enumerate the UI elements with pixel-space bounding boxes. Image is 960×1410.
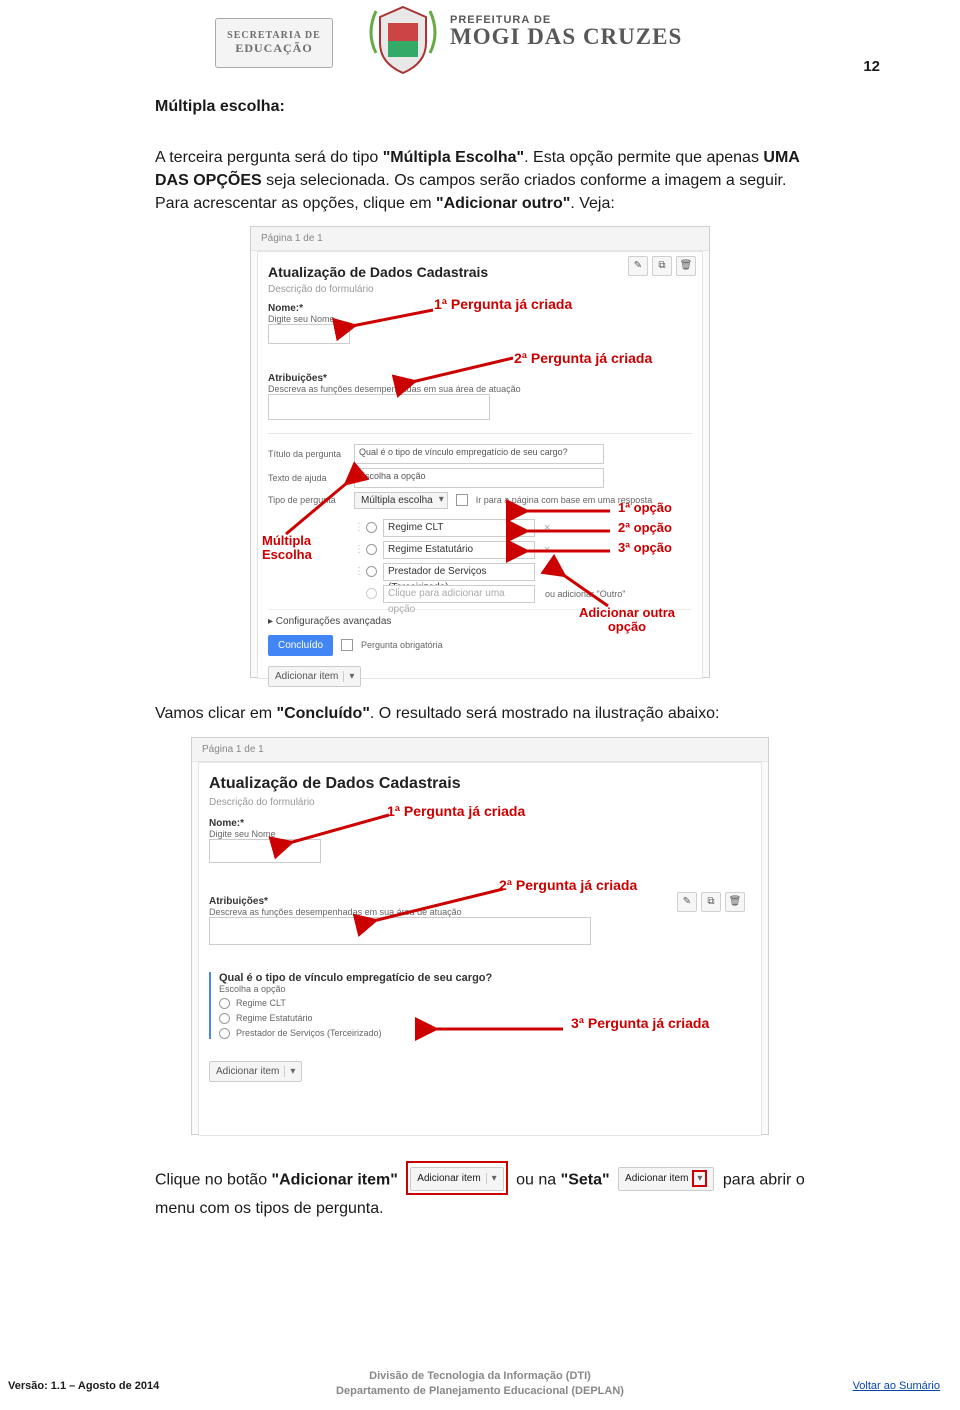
page-number: 12 — [863, 58, 880, 75]
secretaria-line1: SECRETARIA DE — [227, 30, 321, 41]
prefeitura-logo: PREFEITURA DE MOGI DAS CRUZES — [450, 14, 682, 50]
radio-icon — [366, 522, 377, 533]
radio-option-1[interactable] — [219, 998, 230, 1009]
remove-option-icon[interactable]: × — [541, 566, 553, 578]
form2-title: Atualização de Dados Cadastrais — [209, 775, 751, 793]
section-heading: Múltipla escolha: — [155, 98, 805, 116]
annotation-multiple-choice: Múltipla Escolha — [262, 534, 332, 563]
form1-q3-help-input[interactable]: Escolha a opção — [354, 468, 604, 488]
radio-icon — [366, 566, 377, 577]
go-to-page-checkbox[interactable] — [456, 494, 468, 506]
radio-icon — [366, 588, 377, 599]
annotation-opt1: 1ª opção — [618, 500, 672, 515]
drag-handle-icon[interactable]: ⋮ — [354, 566, 360, 577]
edit-icon[interactable]: ✎ — [628, 256, 648, 276]
inline-add-item-button: Adicionar item▾ — [406, 1161, 507, 1196]
required-label: Pergunta obrigatória — [361, 640, 443, 650]
annotation-opt2: 2ª opção — [618, 520, 672, 535]
annotation2-q3: 3ª Pergunta já criada — [571, 1015, 709, 1031]
annotation2-q2: 2ª Pergunta já criada — [499, 877, 637, 893]
done-button[interactable]: Concluído — [268, 635, 333, 656]
add-option-placeholder[interactable]: Clique para adicionar uma opção — [383, 585, 535, 603]
form2-q3-help: Escolha a opção — [219, 984, 751, 994]
form-result-screenshot-2: Página 1 de 1 Atualização de Dados Cadas… — [191, 737, 769, 1135]
form2-q3-title: Qual é o tipo de vínculo empregatício de… — [219, 972, 751, 984]
secretaria-logo: SECRETARIA DE EDUCAÇÃO — [215, 18, 333, 68]
secretaria-line2: EDUCAÇÃO — [235, 41, 312, 56]
closing-paragraph: Clique no botão "Adicionar item" Adicion… — [155, 1163, 805, 1221]
middle-paragraph: Vamos clicar em "Concluído". O resultado… — [155, 702, 805, 725]
option-3-input[interactable]: Prestador de Serviços (Terceirizado) — [383, 563, 535, 581]
page-header: SECRETARIA DE EDUCAÇÃO PREFEITURA DE MOG… — [0, 0, 960, 80]
question-toolbar: ✎ ⧉ 🗑 — [628, 256, 696, 276]
duplicate-icon[interactable]: ⧉ — [701, 892, 721, 912]
duplicate-icon[interactable]: ⧉ — [652, 256, 672, 276]
form1-q1-input[interactable] — [268, 324, 350, 344]
add-item-button[interactable]: Adicionar item▾ — [268, 666, 361, 687]
form2-page-label: Página 1 de 1 — [192, 738, 768, 762]
option-2-input[interactable]: Regime Estatutário — [383, 541, 535, 559]
edit-icon[interactable]: ✎ — [677, 892, 697, 912]
form1-q3-title-input[interactable]: Qual é o tipo de vínculo empregatício de… — [354, 444, 604, 464]
add-item-button[interactable]: Adicionar item▾ — [209, 1061, 302, 1082]
option-1-input[interactable]: Regime CLT — [383, 519, 535, 537]
delete-icon[interactable]: 🗑 — [676, 256, 696, 276]
form1-q1-help: Digite seu Nome — [268, 314, 692, 324]
drag-handle-icon[interactable]: ⋮ — [354, 522, 360, 533]
form1-desc: Descrição do formulário — [268, 284, 692, 295]
footer-version: Versão: 1.1 – Agosto de 2014 — [8, 1380, 159, 1392]
annotation-opt3: 3ª opção — [618, 540, 672, 555]
drag-handle-icon[interactable]: ⋮ — [354, 544, 360, 555]
page-footer: Versão: 1.1 – Agosto de 2014 Divisão de … — [0, 1369, 960, 1398]
radio-option-2[interactable] — [219, 1013, 230, 1024]
prefeitura-line2: MOGI DAS CRUZES — [450, 24, 682, 50]
city-crest — [366, 3, 440, 77]
delete-icon[interactable]: 🗑 — [725, 892, 745, 912]
annotation-q2: 2ª Pergunta já criada — [514, 350, 652, 366]
question-toolbar: ✎ ⧉ 🗑 — [677, 892, 745, 912]
annotation-q1: 1ª Pergunta já criada — [434, 296, 572, 312]
intro-paragraph: A terceira pergunta será do tipo "Múltip… — [155, 146, 805, 216]
radio-icon — [366, 544, 377, 555]
form1-page-label: Página 1 de 1 — [251, 227, 709, 251]
radio-option-3[interactable] — [219, 1028, 230, 1039]
form1-q2-input[interactable] — [268, 394, 490, 420]
back-to-summary-link[interactable]: Voltar ao Sumário — [853, 1380, 940, 1392]
question-type-select[interactable]: Múltipla escolha — [354, 492, 448, 509]
inline-add-item-dropdown: Adicionar item▾ — [618, 1165, 714, 1192]
required-checkbox[interactable] — [341, 639, 353, 651]
annotation-add-option: Adicionar outra opção — [562, 606, 692, 635]
form-editor-screenshot-1: Página 1 de 1 Atualização de Dados Cadas… — [250, 226, 710, 678]
annotation2-q1: 1ª Pergunta já criada — [387, 803, 525, 819]
